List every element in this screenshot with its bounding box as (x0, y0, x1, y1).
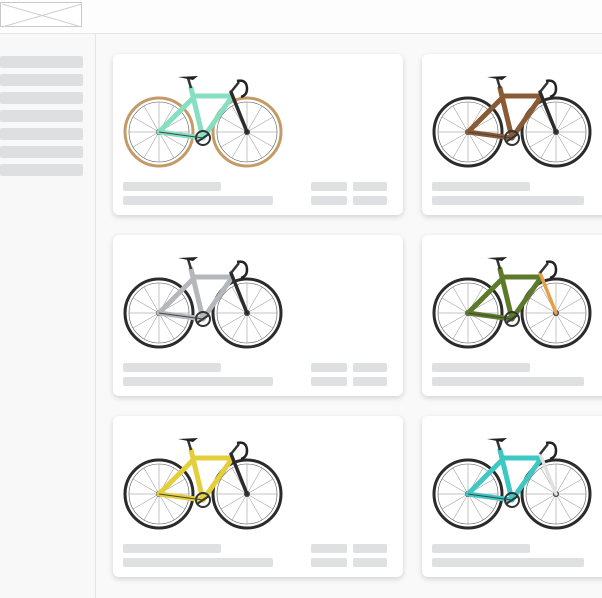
stem (539, 262, 549, 274)
action-placeholder[interactable] (353, 377, 387, 386)
product-desc-placeholder (432, 377, 584, 386)
bike-drawing (123, 76, 283, 168)
sidebar-item[interactable] (0, 164, 83, 176)
product-desc-placeholder (432, 558, 584, 567)
price-placeholder (353, 363, 387, 372)
bike-drawing (432, 257, 592, 349)
product-card[interactable] (422, 416, 602, 577)
bike-image (432, 438, 592, 530)
product-title-placeholder (123, 363, 221, 372)
action-placeholder[interactable] (311, 377, 347, 386)
logo-placeholder-icon[interactable] (0, 2, 83, 28)
sidebar-item[interactable] (0, 56, 83, 68)
stem (539, 443, 549, 455)
price-placeholder (353, 182, 387, 191)
bike-image (123, 76, 283, 168)
bike-drawing (432, 438, 592, 530)
stem (230, 81, 240, 93)
product-title-placeholder (432, 363, 530, 372)
product-title-placeholder (432, 544, 530, 553)
stem (230, 262, 240, 274)
price-placeholder (311, 544, 347, 553)
price-placeholder (311, 182, 347, 191)
product-card[interactable] (113, 416, 403, 577)
product-card[interactable] (422, 235, 602, 396)
bike-image (432, 257, 592, 349)
sidebar-item[interactable] (0, 74, 83, 86)
product-desc-placeholder (123, 377, 273, 386)
product-card[interactable] (113, 54, 403, 215)
sidebar-item[interactable] (0, 128, 83, 140)
action-placeholder[interactable] (353, 558, 387, 567)
action-placeholder[interactable] (311, 558, 347, 567)
stem (539, 81, 549, 93)
product-title-placeholder (432, 182, 530, 191)
bike-drawing (432, 76, 592, 168)
product-title-placeholder (123, 544, 221, 553)
price-placeholder (311, 363, 347, 372)
action-placeholder[interactable] (353, 196, 387, 205)
sidebar (0, 34, 96, 598)
top-bar (0, 0, 602, 34)
bike-image (432, 76, 592, 168)
product-desc-placeholder (123, 558, 273, 567)
sidebar-item[interactable] (0, 146, 83, 158)
product-title-placeholder (123, 182, 221, 191)
bike-drawing (123, 257, 283, 349)
bike-image (123, 257, 283, 349)
product-card[interactable] (422, 54, 602, 215)
bike-drawing (123, 438, 283, 530)
stem (230, 443, 240, 455)
action-placeholder[interactable] (311, 196, 347, 205)
price-placeholder (353, 544, 387, 553)
bike-image (123, 438, 283, 530)
product-desc-placeholder (123, 196, 273, 205)
sidebar-item[interactable] (0, 110, 83, 122)
sidebar-item[interactable] (0, 92, 83, 104)
product-desc-placeholder (432, 196, 584, 205)
product-card[interactable] (113, 235, 403, 396)
